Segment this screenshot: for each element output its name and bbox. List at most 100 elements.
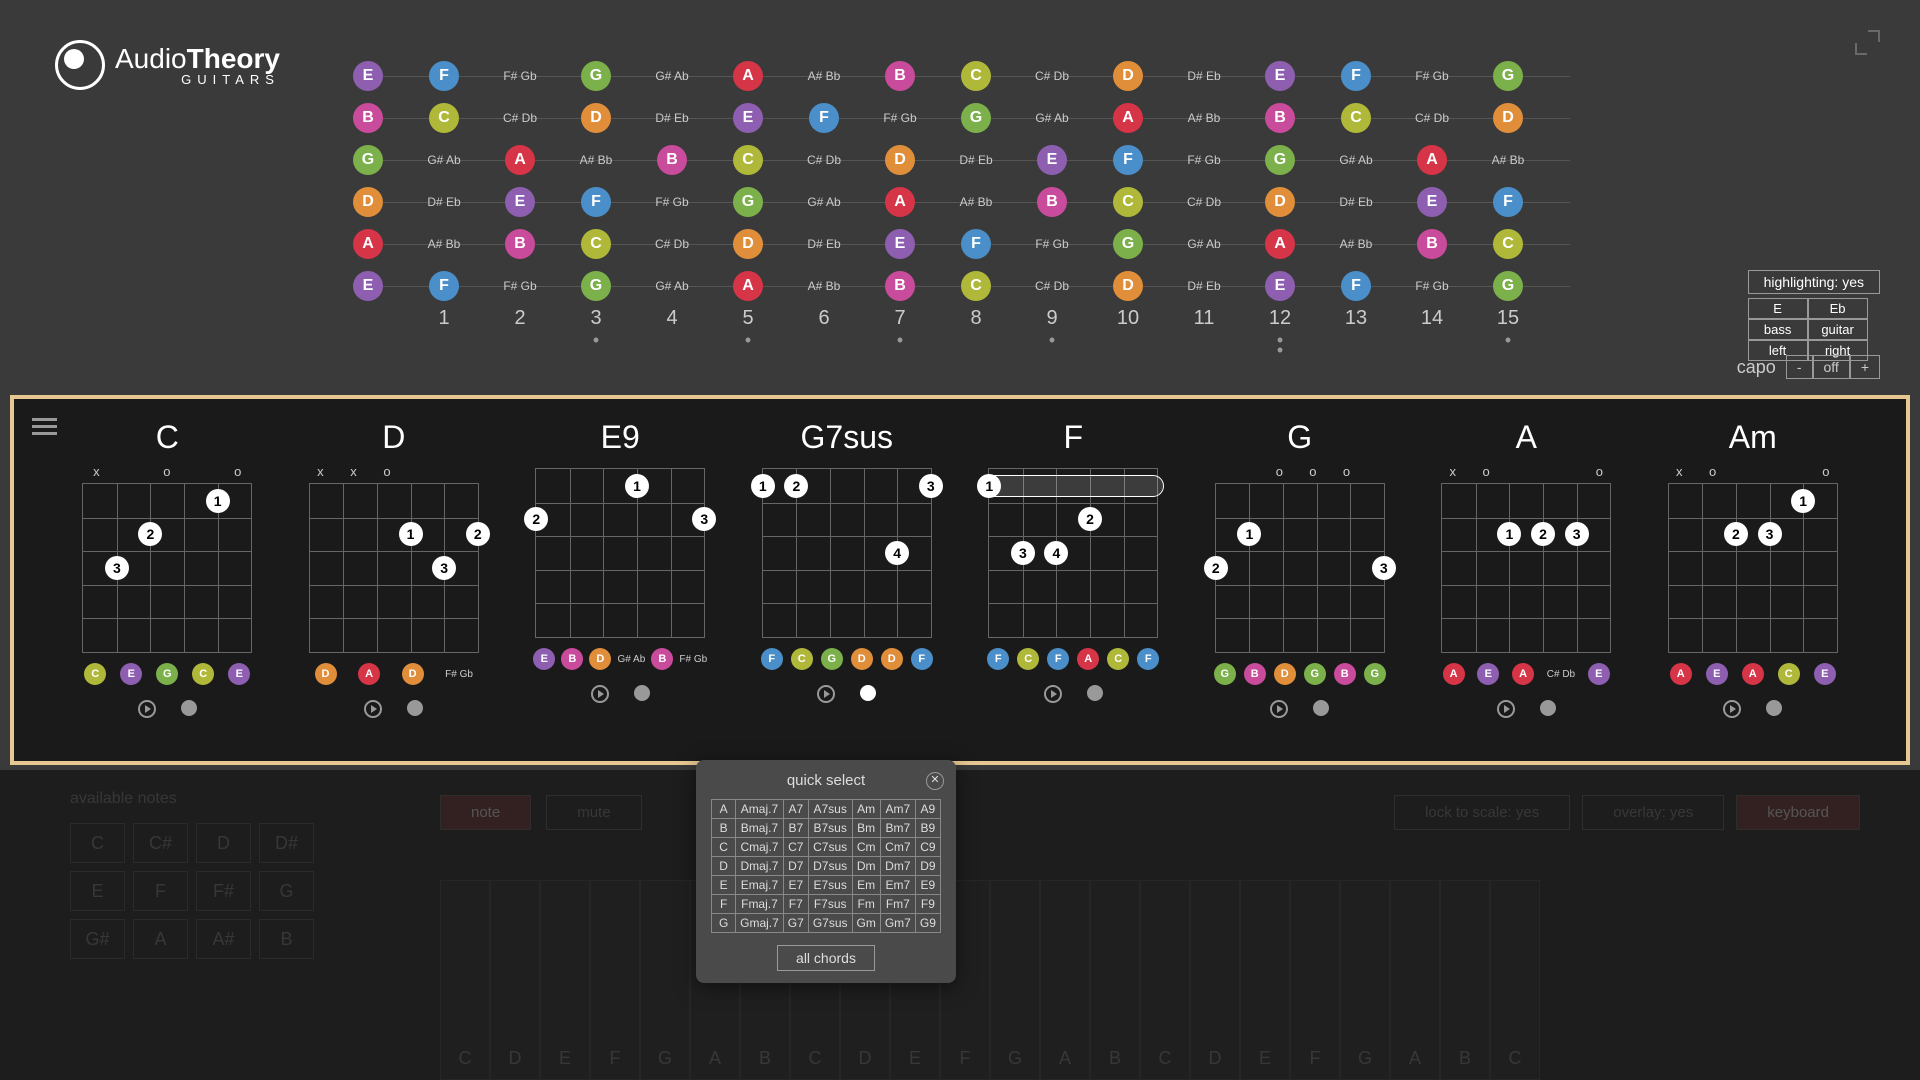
fret-note[interactable]: A (733, 271, 763, 301)
white-key[interactable]: E (540, 880, 590, 1080)
qs-cell[interactable]: Gm7 (880, 914, 915, 933)
play-icon[interactable] (1723, 700, 1741, 718)
qs-cell[interactable]: Dm (852, 857, 880, 876)
qs-cell[interactable]: E7 (783, 876, 808, 895)
fret-note[interactable]: G (1493, 271, 1523, 301)
key-eb-btn[interactable]: Eb (1808, 298, 1868, 319)
fret-note[interactable]: C (1113, 187, 1143, 217)
play-icon[interactable] (1497, 700, 1515, 718)
overlay-btn[interactable]: overlay: yes (1582, 795, 1724, 830)
fret-note[interactable]: B (1417, 229, 1447, 259)
chord-Am[interactable]: Amxoo123AEACE (1658, 419, 1848, 718)
qs-cell[interactable]: B7 (783, 819, 808, 838)
available-note[interactable]: B (259, 919, 314, 959)
qs-cell[interactable]: B7sus (808, 819, 852, 838)
fret-note[interactable]: F (809, 103, 839, 133)
fret-note[interactable]: F (1341, 61, 1371, 91)
qs-cell[interactable]: Cm7 (880, 838, 915, 857)
qs-cell[interactable]: Cmaj.7 (736, 838, 784, 857)
white-key[interactable]: C (1140, 880, 1190, 1080)
qs-cell[interactable]: A7sus (808, 800, 852, 819)
white-key[interactable]: D (490, 880, 540, 1080)
fret-note[interactable]: E (885, 229, 915, 259)
fret-sharp[interactable]: A# Bb (808, 279, 841, 293)
qs-cell[interactable]: Am (852, 800, 880, 819)
fret-sharp[interactable]: C# Db (1187, 195, 1221, 209)
fret-sharp[interactable]: F# Gb (503, 279, 536, 293)
bass-btn[interactable]: bass (1748, 319, 1808, 340)
fret-sharp[interactable]: G# Ab (1339, 153, 1372, 167)
fret-sharp[interactable]: G# Ab (1187, 237, 1220, 251)
open-note[interactable]: E (353, 271, 383, 301)
fret-sharp[interactable]: C# Db (1035, 279, 1069, 293)
qs-cell[interactable]: A9 (915, 800, 940, 819)
fret-note[interactable]: F (1341, 271, 1371, 301)
fret-sharp[interactable]: C# Db (1415, 111, 1449, 125)
available-note[interactable]: D# (259, 823, 314, 863)
fret-sharp[interactable]: D# Eb (655, 111, 688, 125)
fret-sharp[interactable]: A# Bb (960, 195, 993, 209)
available-note[interactable]: A (133, 919, 188, 959)
fret-sharp[interactable]: C# Db (807, 153, 841, 167)
white-key[interactable]: E (1240, 880, 1290, 1080)
fret-note[interactable]: D (1113, 61, 1143, 91)
fret-sharp[interactable]: D# Eb (1187, 69, 1220, 83)
fret-sharp[interactable]: A# Bb (1340, 237, 1373, 251)
chord-G[interactable]: Gooo123GBDGBG (1205, 419, 1395, 718)
fullscreen-icon[interactable] (1855, 30, 1880, 55)
qs-cell[interactable]: E9 (915, 876, 940, 895)
fret-sharp[interactable]: F# Gb (655, 195, 688, 209)
fret-note[interactable]: A (1113, 103, 1143, 133)
fret-sharp[interactable]: A# Bb (808, 69, 841, 83)
fret-note[interactable]: A (1265, 229, 1295, 259)
play-icon[interactable] (364, 700, 382, 718)
qs-cell[interactable]: B (712, 819, 736, 838)
menu-icon[interactable] (32, 414, 57, 439)
white-key[interactable]: F (590, 880, 640, 1080)
play-icon[interactable] (1044, 685, 1062, 703)
white-key[interactable]: F (1290, 880, 1340, 1080)
fret-note[interactable]: B (1037, 187, 1067, 217)
qs-cell[interactable]: Am7 (880, 800, 915, 819)
play-icon[interactable] (591, 685, 609, 703)
fret-note[interactable]: B (505, 229, 535, 259)
open-note[interactable]: A (353, 229, 383, 259)
key-e-btn[interactable]: E (1748, 298, 1808, 319)
qs-cell[interactable]: Em7 (880, 876, 915, 895)
white-key[interactable]: A (1390, 880, 1440, 1080)
white-key[interactable]: C (440, 880, 490, 1080)
qs-cell[interactable]: B9 (915, 819, 940, 838)
white-key[interactable]: G (640, 880, 690, 1080)
qs-cell[interactable]: Dm7 (880, 857, 915, 876)
qs-cell[interactable]: D (712, 857, 736, 876)
fret-note[interactable]: C (733, 145, 763, 175)
lock-scale-btn[interactable]: lock to scale: yes (1394, 795, 1570, 830)
white-key[interactable]: C (1490, 880, 1540, 1080)
fret-sharp[interactable]: G# Ab (427, 153, 460, 167)
fret-note[interactable]: A (1417, 145, 1447, 175)
fret-note[interactable]: F (429, 271, 459, 301)
qs-cell[interactable]: Fm7 (880, 895, 915, 914)
fret-sharp[interactable]: G# Ab (655, 279, 688, 293)
chord-D[interactable]: Dxxo123DADF# Gb (299, 419, 489, 718)
record-icon[interactable] (1313, 700, 1329, 716)
fret-sharp[interactable]: A# Bb (1188, 111, 1221, 125)
chord-G7sus[interactable]: G7sus1234FCGDDF (752, 419, 942, 718)
capo-minus[interactable]: - (1786, 355, 1813, 379)
fret-sharp[interactable]: C# Db (1035, 69, 1069, 83)
available-note[interactable]: F# (196, 871, 251, 911)
qs-cell[interactable]: C7sus (808, 838, 852, 857)
chord-E9[interactable]: E9123EBDG# AbBF# Gb (525, 419, 715, 718)
qs-cell[interactable]: D7 (783, 857, 808, 876)
play-icon[interactable] (138, 700, 156, 718)
record-icon[interactable] (1766, 700, 1782, 716)
fret-sharp[interactable]: F# Gb (1187, 153, 1220, 167)
fret-note[interactable]: C (581, 229, 611, 259)
open-note[interactable]: D (353, 187, 383, 217)
fret-sharp[interactable]: C# Db (503, 111, 537, 125)
fret-sharp[interactable]: D# Eb (427, 195, 460, 209)
fret-note[interactable]: G (961, 103, 991, 133)
qs-cell[interactable]: G7 (783, 914, 808, 933)
fret-note[interactable]: E (505, 187, 535, 217)
qs-cell[interactable]: Emaj.7 (736, 876, 784, 895)
